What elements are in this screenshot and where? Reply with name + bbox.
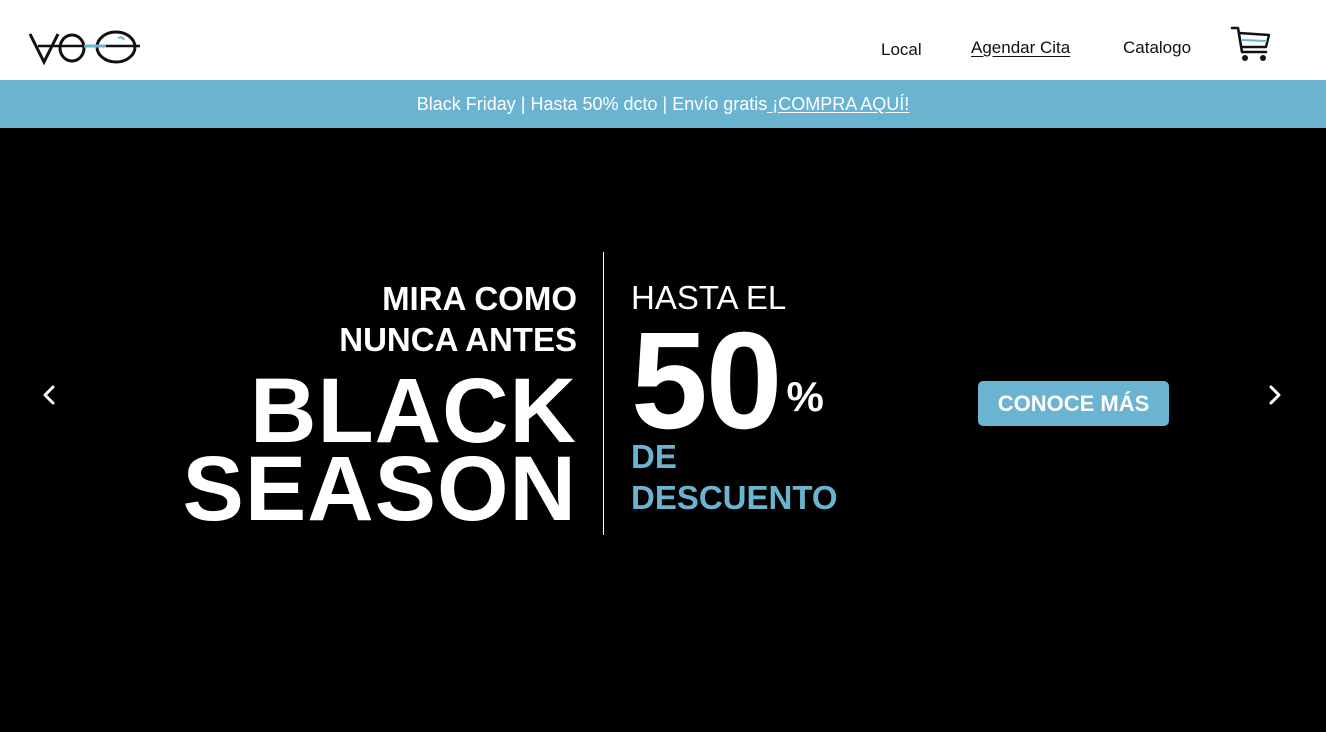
hero-tagline-2: NUNCA ANTES [339, 321, 577, 358]
hero-tagline-1: MIRA COMO [382, 280, 577, 317]
hero-title-season: SEASON [182, 438, 577, 540]
chevron-left-icon[interactable] [37, 382, 61, 408]
cart-icon[interactable] [1230, 24, 1272, 64]
discount-number: 50 [631, 304, 782, 458]
hero-left-text: MIRA COMO NUNCA ANTES BLACK SEASON [182, 278, 577, 540]
nav-local[interactable]: Local [881, 40, 922, 60]
discount-value-row: 50 % [631, 312, 838, 450]
hero-divider [603, 252, 604, 535]
nav-catalogo[interactable]: Catalogo [1123, 38, 1191, 58]
chevron-right-icon[interactable] [1263, 382, 1287, 408]
hero-discount: HASTA EL 50 % DE DESCUENTO [631, 278, 838, 518]
discount-percent: % [786, 373, 824, 420]
promo-link[interactable]: ¡COMPRA AQUÍ! [767, 94, 909, 115]
discount-descuento: DESCUENTO [631, 479, 838, 516]
veo-logo[interactable] [28, 24, 142, 66]
site-header: Local Agendar Cita Catalogo [0, 0, 1326, 80]
conoce-mas-button[interactable]: CONOCE MÁS [978, 381, 1169, 426]
promo-text: Black Friday | Hasta 50% dcto | Envío gr… [416, 93, 768, 114]
hero-banner: MIRA COMO NUNCA ANTES BLACK SEASON HASTA… [0, 128, 1326, 732]
promo-bar: Black Friday | Hasta 50% dcto | Envío gr… [0, 80, 1326, 128]
nav-agendar-cita[interactable]: Agendar Cita [971, 38, 1070, 58]
